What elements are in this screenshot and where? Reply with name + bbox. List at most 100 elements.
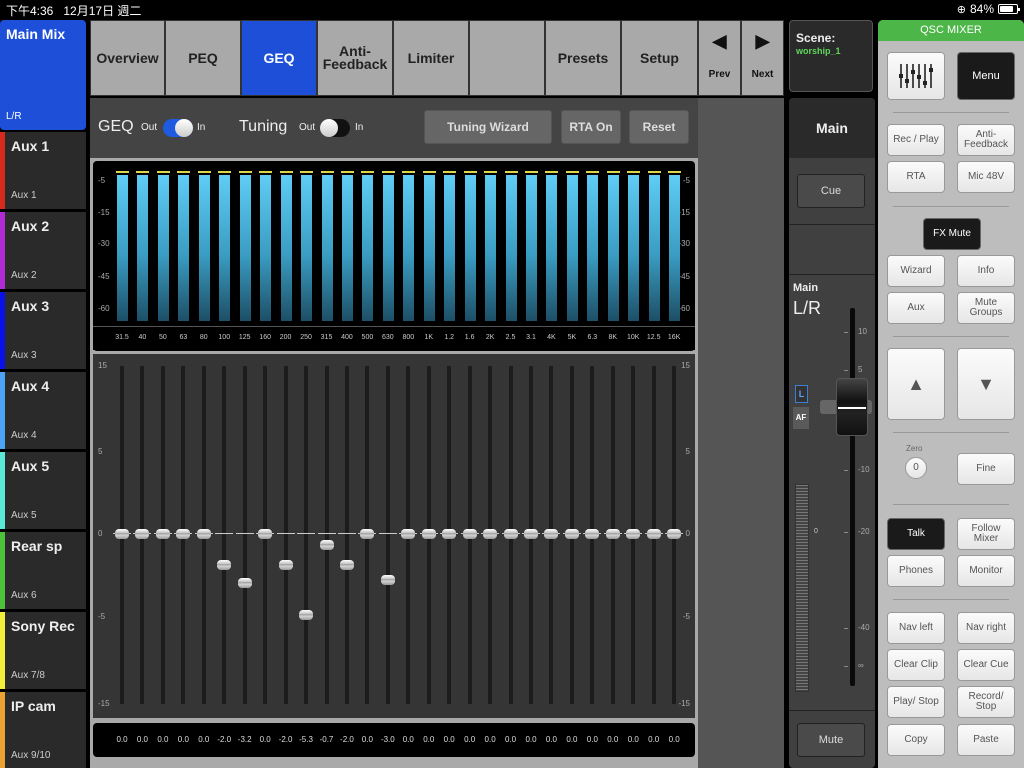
band-fader-knob[interactable] <box>258 529 273 539</box>
wizard-button[interactable]: Wizard <box>887 255 945 287</box>
rta-on-button[interactable]: RTA On <box>561 110 621 144</box>
separator <box>893 336 1009 337</box>
paste-button[interactable]: Paste <box>957 724 1015 756</box>
band-fader-knob[interactable] <box>380 574 395 585</box>
fader-scale-label: -20 <box>858 527 870 536</box>
down-button[interactable]: ▼ <box>957 348 1015 420</box>
divider <box>789 224 875 225</box>
band-fader-knob[interactable] <box>564 529 579 539</box>
mute-groups-button[interactable]: Mute Groups <box>957 292 1015 324</box>
band-fader-knob[interactable] <box>176 529 191 539</box>
tuning-toggle[interactable] <box>320 119 350 137</box>
band-fader-knob[interactable] <box>217 559 232 570</box>
cue-button[interactable]: Cue <box>797 174 865 208</box>
tuning-wizard-button[interactable]: Tuning Wizard <box>424 110 552 144</box>
tab-peq[interactable]: PEQ <box>165 20 241 96</box>
copy-button[interactable]: Copy <box>887 724 945 756</box>
follow-mixer-button[interactable]: Follow Mixer <box>957 518 1015 550</box>
channel-item[interactable]: Sony Rec Aux 7/8 <box>0 612 86 689</box>
channel-color-stripe <box>0 212 5 289</box>
band-fader-knob[interactable] <box>442 529 457 539</box>
band-fader-knob[interactable] <box>115 529 129 539</box>
band-fader-knob[interactable] <box>524 529 538 539</box>
monitor-button[interactable]: Monitor <box>957 555 1015 587</box>
band-fader-knob[interactable] <box>544 529 559 539</box>
tab-overview[interactable]: Overview <box>90 20 165 96</box>
zero-line-mark <box>297 533 316 534</box>
mic-48v-button[interactable]: Mic 48V <box>957 161 1015 193</box>
channel-item[interactable]: Aux 3 Aux 3 <box>0 292 86 369</box>
aux-button[interactable]: Aux <box>887 292 945 324</box>
band-fader-knob[interactable] <box>626 529 641 539</box>
nav-right-button[interactable]: Nav right <box>957 612 1015 644</box>
channel-item[interactable]: Aux 5 Aux 5 <box>0 452 86 529</box>
band-fader-knob[interactable] <box>299 610 314 621</box>
channel-main-mix[interactable]: Main Mix L/R <box>0 20 86 130</box>
band-fader-knob[interactable] <box>605 529 620 539</box>
band-fader-knob[interactable] <box>135 529 150 539</box>
strip-header: Main <box>789 98 875 158</box>
band-fader-knob[interactable] <box>421 529 436 539</box>
geq-in-out-toggle[interactable] <box>163 119 193 137</box>
channel-subtitle: Aux 4 <box>11 430 37 441</box>
gain-scale-label-right: -5 <box>682 612 690 621</box>
next-button[interactable]: ▶ Next <box>741 20 784 96</box>
band-fader-knob[interactable] <box>155 529 170 539</box>
mixer-view-button[interactable] <box>887 52 945 100</box>
zero-button[interactable]: 0 <box>905 457 927 479</box>
menu-button[interactable]: Menu <box>957 52 1015 100</box>
rta-bar <box>117 175 128 321</box>
band-fader-knob[interactable] <box>646 529 661 539</box>
band-fader-knob[interactable] <box>237 577 252 588</box>
info-button[interactable]: Info <box>957 255 1015 287</box>
play-stop-button[interactable]: Play/ Stop <box>887 686 945 718</box>
link-badge[interactable]: L <box>795 385 808 403</box>
band-fader-knob[interactable] <box>585 529 600 539</box>
main-fader-knob[interactable] <box>836 378 868 436</box>
band-fader-knob[interactable] <box>319 539 334 550</box>
tab-presets[interactable]: Presets <box>545 20 621 96</box>
af-badge[interactable]: AF <box>793 407 809 429</box>
phones-button[interactable]: Phones <box>887 555 945 587</box>
clear-clip-button[interactable]: Clear Clip <box>887 649 945 681</box>
tab-geq[interactable]: GEQ <box>241 20 317 96</box>
band-fader-knob[interactable] <box>339 559 354 570</box>
rec-play-button[interactable]: Rec / Play <box>887 124 945 156</box>
rta-peak-marker <box>484 171 498 173</box>
band-fader-knob[interactable] <box>278 559 293 570</box>
tab-setup[interactable]: Setup <box>621 20 698 96</box>
band-fader-knob[interactable] <box>503 529 518 539</box>
rta-scale-label-right: -45 <box>678 272 690 281</box>
rta-button[interactable]: RTA <box>887 161 945 193</box>
fine-button[interactable]: Fine <box>957 453 1015 485</box>
fx-mute-button[interactable]: FX Mute <box>923 218 981 250</box>
anti-feedback-button[interactable]: Anti- Feedback <box>957 124 1015 156</box>
band-fader-knob[interactable] <box>401 529 416 539</box>
channel-item[interactable]: Aux 4 Aux 4 <box>0 372 86 449</box>
nav-left-button[interactable]: Nav left <box>887 612 945 644</box>
band-fader-knob[interactable] <box>483 529 498 539</box>
reset-button[interactable]: Reset <box>629 110 689 144</box>
tab-empty[interactable] <box>469 20 545 96</box>
tab-anti-feedback[interactable]: Anti- Feedback <box>317 20 393 96</box>
rta-scale-label-left: -60 <box>98 304 110 313</box>
up-button[interactable]: ▲ <box>887 348 945 420</box>
tab-limiter[interactable]: Limiter <box>393 20 469 96</box>
talk-button[interactable]: Talk <box>887 518 945 550</box>
clear-cue-button[interactable]: Clear Cue <box>957 649 1015 681</box>
rta-bar <box>526 175 537 321</box>
band-fader-knob[interactable] <box>360 529 375 539</box>
band-fader-knob[interactable] <box>196 529 211 539</box>
battery-fill <box>1000 6 1014 12</box>
channel-item[interactable]: Rear sp Aux 6 <box>0 532 86 609</box>
channel-item[interactable]: Aux 1 Aux 1 <box>0 132 86 209</box>
mute-button[interactable]: Mute <box>797 723 865 757</box>
band-fader-knob[interactable] <box>667 529 682 539</box>
prev-button[interactable]: ◀ Prev <box>698 20 741 96</box>
channel-item[interactable]: IP cam Aux 9/10 <box>0 692 86 768</box>
record-stop-button[interactable]: Record/ Stop <box>957 686 1015 718</box>
channel-item[interactable]: Aux 2 Aux 2 <box>0 212 86 289</box>
scene-display[interactable]: Scene: worship_1 <box>789 20 873 92</box>
band-fader-knob[interactable] <box>462 529 477 539</box>
divider <box>789 274 875 275</box>
